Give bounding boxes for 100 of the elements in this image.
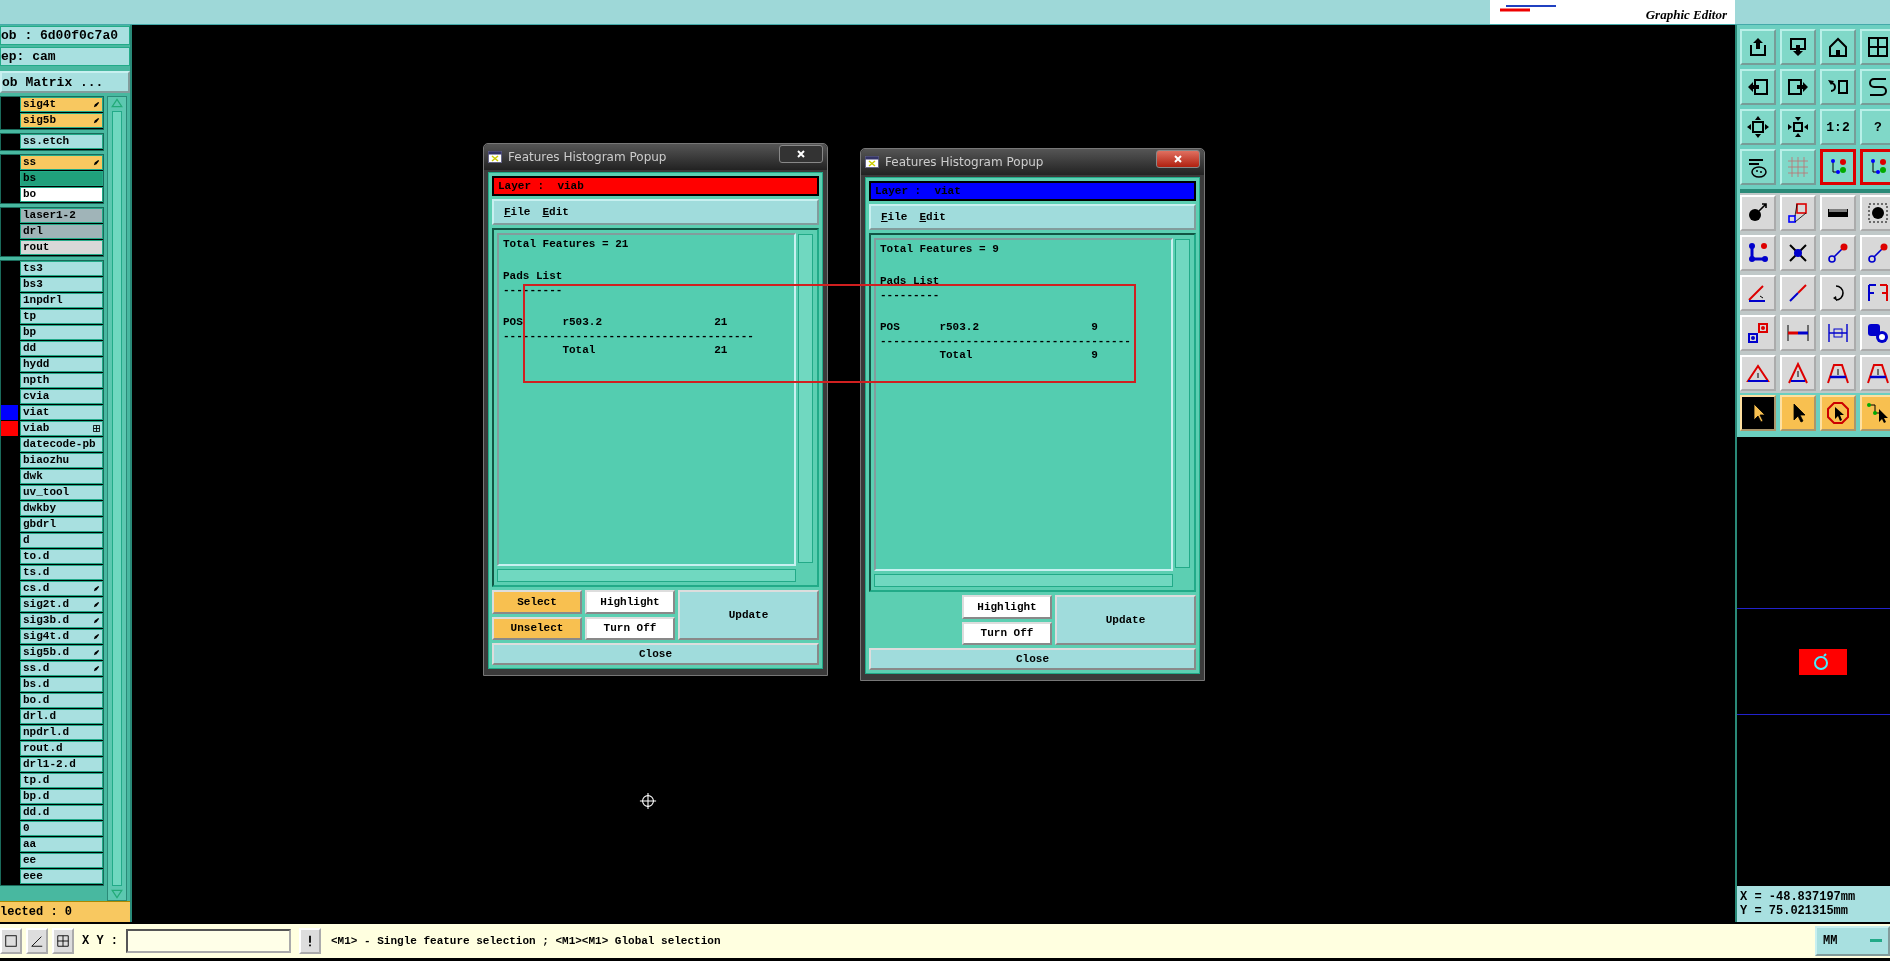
close-icon: [796, 149, 806, 159]
layer-item[interactable]: dd.d: [20, 805, 104, 820]
layer-item[interactable]: dwkby: [20, 501, 104, 516]
layer-item[interactable]: sig2t.d: [20, 597, 104, 612]
highlight-button[interactable]: Highlight: [962, 595, 1052, 619]
layer-item[interactable]: laser1-2: [20, 208, 104, 223]
tool-button[interactable]: 1:2: [1820, 109, 1856, 145]
dot-link-icon: [1826, 241, 1850, 265]
layer-swatch[interactable]: [1, 421, 18, 436]
close-button[interactable]: Close: [869, 648, 1196, 670]
highlight-button[interactable]: Turn Off: [962, 621, 1052, 645]
units-dropdown[interactable]: MM: [1815, 926, 1890, 956]
layer-item[interactable]: sig4t.d: [20, 629, 104, 644]
layer-item[interactable]: viat: [20, 405, 104, 420]
layer-item[interactable]: ts3: [20, 261, 104, 276]
layer-item[interactable]: bs.d: [20, 677, 104, 692]
vertical-scrollbar[interactable]: [1175, 239, 1190, 568]
layer-item[interactable]: cs.d: [20, 581, 104, 596]
close-button[interactable]: Close: [492, 643, 819, 665]
layer-item[interactable]: ss.d: [20, 661, 104, 676]
pencil-icon: [93, 101, 101, 108]
dropdown-icon: [1870, 938, 1882, 944]
layer-item[interactable]: datecode-pb: [20, 437, 104, 452]
layer-item[interactable]: drl.d: [20, 709, 104, 724]
layer-item[interactable]: rout: [20, 240, 104, 255]
layer-item[interactable]: ts.d: [20, 565, 104, 580]
layer-item[interactable]: bo: [20, 187, 104, 202]
pencil-icon: [93, 633, 101, 640]
layer-swatch[interactable]: [1, 405, 18, 420]
layer-item[interactable]: drl: [20, 224, 104, 239]
layer-item[interactable]: eee: [20, 869, 104, 884]
layer-item[interactable]: d: [20, 533, 104, 548]
layer-item[interactable]: tp.d: [20, 773, 104, 788]
rule-line: --------------------------------------: [880, 334, 1132, 348]
horizontal-scrollbar[interactable]: [497, 569, 796, 582]
menu-item[interactable]: File: [877, 211, 912, 223]
select-button[interactable]: Select: [492, 590, 582, 614]
layer-item[interactable]: ss: [20, 155, 104, 170]
select-button[interactable]: Unselect: [492, 616, 582, 640]
layer-item[interactable]: tp: [20, 309, 104, 324]
layer-item[interactable]: bp: [20, 325, 104, 340]
layer-item[interactable]: gbdrl: [20, 517, 104, 532]
update-button[interactable]: Update: [678, 590, 819, 640]
expand-icon: [1746, 115, 1770, 139]
layer-item[interactable]: viab: [20, 421, 104, 436]
layer-item[interactable]: to.d: [20, 549, 104, 564]
layer-item[interactable]: drl1-2.d: [20, 757, 104, 772]
rule-line: ---------: [880, 288, 941, 302]
close-button[interactable]: [779, 145, 823, 163]
close-icon: [1173, 154, 1183, 164]
alert-button[interactable]: [299, 928, 321, 954]
layer-item[interactable]: sig5b.d: [20, 645, 104, 660]
layer-item[interactable]: ss.etch: [20, 134, 104, 149]
crosshair-icon: [639, 792, 657, 810]
layer-item[interactable]: rout.d: [20, 741, 104, 756]
square-link-icon: [1746, 321, 1770, 345]
layer-item[interactable]: bs3: [20, 277, 104, 292]
layer-item[interactable]: ee: [20, 853, 104, 868]
close-button[interactable]: [1156, 150, 1200, 168]
highlight-button[interactable]: Highlight: [585, 590, 675, 614]
layer-item[interactable]: bp.d: [20, 789, 104, 804]
layer-item[interactable]: 1npdrl: [20, 293, 104, 308]
nodes-icon: [1746, 241, 1770, 265]
layer-item[interactable]: 0: [20, 821, 104, 836]
layer-item[interactable]: sig5b: [20, 113, 104, 128]
grid-icon: [1786, 155, 1810, 179]
layer-item[interactable]: dd: [20, 341, 104, 356]
horizontal-scrollbar[interactable]: [874, 574, 1173, 587]
box-icon: [4, 934, 18, 948]
layer-item[interactable]: uv_tool: [20, 485, 104, 500]
pencil-icon: [93, 649, 101, 656]
layer-item[interactable]: npth: [20, 373, 104, 388]
pencil-icon: [93, 159, 101, 166]
vertical-scrollbar[interactable]: [798, 234, 813, 563]
menu-item[interactable]: Edit: [915, 211, 950, 223]
curve-icon: [1866, 75, 1890, 99]
xy-input[interactable]: [126, 929, 291, 953]
table-cell-text: 9: [1091, 348, 1099, 362]
peak-icon: [1786, 361, 1810, 385]
layer-item[interactable]: sig4t: [20, 97, 104, 112]
layer-item[interactable]: dwk: [20, 469, 104, 484]
update-button[interactable]: Update: [1055, 595, 1196, 645]
layer-item[interactable]: bs: [20, 171, 104, 186]
tool-button[interactable]: ?: [1860, 109, 1890, 145]
table-cell-text: 21: [714, 343, 729, 357]
layer-item[interactable]: hydd: [20, 357, 104, 372]
pencil-icon: [93, 117, 101, 124]
layer-item[interactable]: npdrl.d: [20, 725, 104, 740]
layer-item[interactable]: bo.d: [20, 693, 104, 708]
highlight-button[interactable]: Turn Off: [585, 616, 675, 640]
matrix-button[interactable]: ob Matrix ...: [0, 71, 130, 93]
x-coordinate: X = -48.837197mm: [1740, 890, 1857, 904]
job-label: ob : 6d00f0c7a0: [0, 26, 130, 45]
pad-feature-icon: [1798, 648, 1847, 675]
layer-item[interactable]: aa: [20, 837, 104, 852]
menu-item[interactable]: Edit: [538, 206, 573, 218]
layer-item[interactable]: sig3b.d: [20, 613, 104, 628]
menu-item[interactable]: File: [500, 206, 535, 218]
layer-item[interactable]: cvia: [20, 389, 104, 404]
layer-item[interactable]: biaozhu: [20, 453, 104, 468]
